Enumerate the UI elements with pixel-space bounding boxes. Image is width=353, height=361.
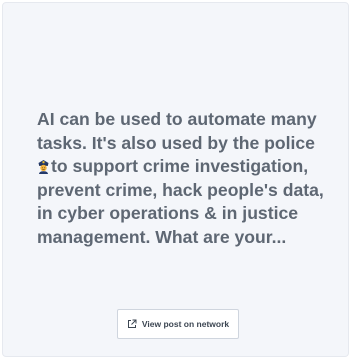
view-post-button-label: View post on network bbox=[141, 319, 230, 329]
post-preview-card: AI can be used to automate many tasks. I… bbox=[2, 2, 349, 357]
post-text-part-1: AI can be used to automate many tasks. I… bbox=[37, 109, 317, 153]
external-link-icon bbox=[127, 319, 137, 328]
view-post-on-network-button[interactable]: View post on network bbox=[117, 309, 239, 339]
police-officer-emoji-icon bbox=[38, 160, 49, 174]
post-text-part-2: to support crime investigation, prevent … bbox=[37, 156, 324, 247]
post-text: AI can be used to automate many tasks. I… bbox=[37, 108, 333, 249]
